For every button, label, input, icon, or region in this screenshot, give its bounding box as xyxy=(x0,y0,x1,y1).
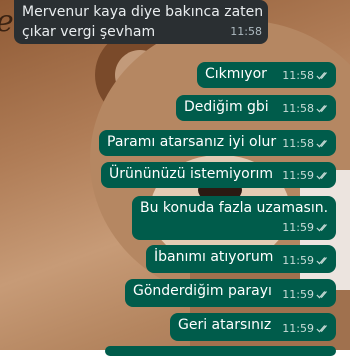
message-time: 11:59 xyxy=(282,288,314,301)
double-check-icon xyxy=(316,224,327,232)
double-check-icon xyxy=(316,72,327,80)
message-time: 11:58 xyxy=(282,137,314,150)
double-check-icon xyxy=(316,291,327,299)
incoming-message-line-2: çıkar vergi şevham xyxy=(22,24,156,40)
message-text: Ürününüzü istemiyorım xyxy=(109,166,273,182)
outgoing-message[interactable]: Bu konuda fazla uzamasın. 11:59 xyxy=(132,196,336,240)
message-time: 11:59 xyxy=(282,169,314,182)
outgoing-message[interactable]: Ürününüzü istemiyorım 11:59 xyxy=(101,162,336,188)
message-text: Bu konuda fazla uzamasın. xyxy=(140,200,329,216)
double-check-icon xyxy=(316,140,327,148)
message-time: 11:58 xyxy=(282,69,314,82)
double-check-icon xyxy=(316,172,327,180)
outgoing-message[interactable]: Cıkmıyor 11:58 xyxy=(197,62,336,88)
message-time: 11:59 xyxy=(282,221,314,234)
outgoing-message[interactable]: Gönderdiğim parayı 11:59 xyxy=(125,279,336,307)
message-text: Dediğim gbi xyxy=(184,99,269,115)
message-text: Paramı atarsanız iyi olur xyxy=(107,134,277,150)
message-time: 11:58 xyxy=(230,25,262,38)
wallpaper-script-letter: e xyxy=(0,4,14,39)
outgoing-message-partial[interactable] xyxy=(105,346,336,356)
message-text: İbanımı atıyorum xyxy=(154,249,274,265)
double-check-icon xyxy=(316,105,327,113)
outgoing-message[interactable]: İbanımı atıyorum 11:59 xyxy=(146,245,336,273)
double-check-icon xyxy=(316,325,327,333)
message-text: Gönderdiğim parayı xyxy=(133,283,272,299)
incoming-message-line-1: Mervenur kaya diye bakınca zaten xyxy=(22,4,264,20)
message-text: Cıkmıyor xyxy=(205,66,267,82)
outgoing-message[interactable]: Dediğim gbi 11:58 xyxy=(176,95,336,121)
outgoing-message[interactable]: Geri atarsınız 11:59 xyxy=(170,313,336,341)
outgoing-message[interactable]: Paramı atarsanız iyi olur 11:58 xyxy=(99,130,336,156)
message-time: 11:59 xyxy=(282,322,314,335)
message-time: 11:58 xyxy=(282,102,314,115)
message-text: Geri atarsınız xyxy=(178,317,272,333)
message-time: 11:59 xyxy=(282,254,314,267)
double-check-icon xyxy=(316,257,327,265)
incoming-message[interactable]: Mervenur kaya diye bakınca zaten çıkar v… xyxy=(14,0,268,44)
